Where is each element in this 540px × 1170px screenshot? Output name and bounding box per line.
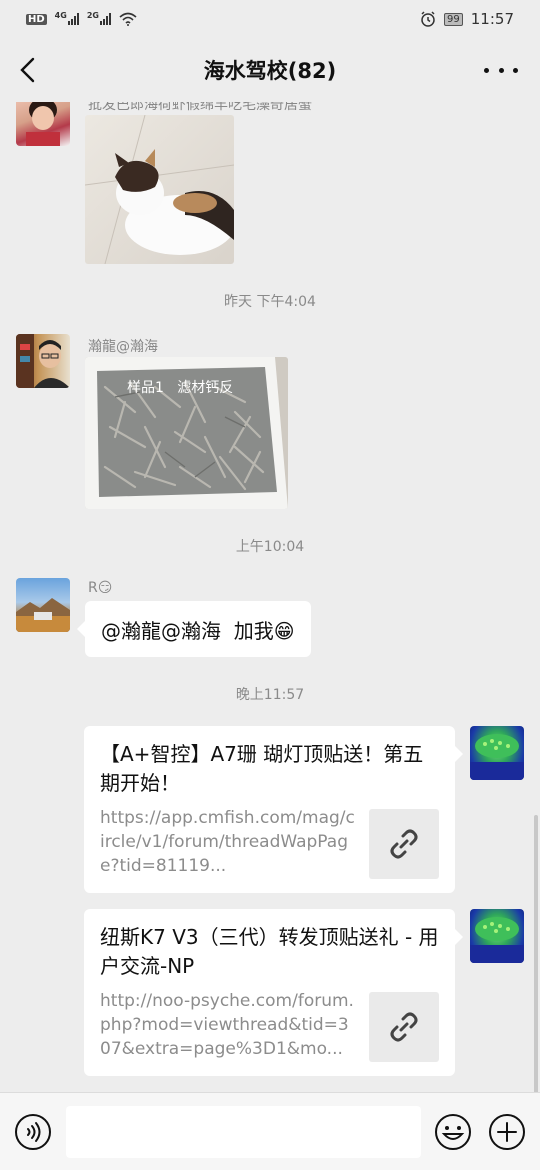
more-dots-icon[interactable] [484,56,518,84]
scrollbar[interactable] [534,815,538,1095]
timestamp: 上午10:04 [235,539,305,555]
message-input[interactable] [66,1106,421,1158]
signal-2g-icon: 2G [87,11,111,25]
message-bubble[interactable]: @瀚龍@瀚海 加我😁 [77,601,311,657]
battery-icon: 99 [444,12,463,26]
wifi-icon [119,12,137,26]
chevron-left-icon[interactable] [14,56,42,84]
card-title: 【A+智控】A7珊 瑚灯顶贴送！第五期开始！ [100,742,424,795]
link-icon [390,829,418,859]
avatar[interactable] [16,578,70,632]
link-thumbnail [369,992,439,1062]
hd-label: HD [26,13,47,25]
link-icon [390,1012,418,1042]
title-bar: 海水驾校(82) [0,38,540,102]
signal-4g-icon: 4G [55,11,79,25]
link-thumbnail [369,809,439,879]
message-caption: 批发巴郎海荷虾假绵羊吃毛藻奇居蟹 [88,102,312,113]
image-caption: 样品1 滤材钙反 [127,380,234,396]
emoji-icon[interactable] [434,1113,472,1151]
alarm-icon [421,11,435,27]
input-bar [0,1092,540,1170]
plus-icon[interactable] [488,1113,526,1151]
cat-photo[interactable] [85,115,234,264]
card-url: http://noo-psyche.com/forum.php?mod=view… [100,991,354,1059]
status-left: HD 4G 2G [26,11,137,26]
filter-media-photo[interactable]: 样品1 滤材钙反 [85,357,288,509]
chat-title: 海水驾校(82) [203,59,337,83]
voice-icon[interactable] [14,1113,52,1151]
status-right: 99 11:57 [420,10,514,28]
status-bar: HD 4G 2G 99 11:57 [0,0,540,38]
avatar[interactable] [16,102,70,146]
self-avatar[interactable] [470,909,524,963]
sender-name: 瀚龍@瀚海 [88,339,158,355]
status-time: 11:57 [470,10,514,28]
timestamp: 昨天 下午4:04 [224,294,316,310]
link-card[interactable]: 【A+智控】A7珊 瑚灯顶贴送！第五期开始！ https://app.cmfis… [84,726,463,893]
link-card[interactable]: 纽斯K7 V3（三代）转发顶贴送礼 - 用户交流-NP http://noo-p… [84,909,463,1076]
card-title: 纽斯K7 V3（三代）转发顶贴送礼 - 用户交流-NP [100,925,439,978]
chat-area[interactable]: 批发巴郎海荷虾假绵羊吃毛藻奇居蟹 昨天 下午4:04 瀚龍@瀚海 样品1 滤材钙… [0,102,540,1092]
sender-name: R😏 [88,580,113,596]
timestamp: 晚上11:57 [235,687,305,703]
self-avatar[interactable] [470,726,524,780]
card-url: https://app.cmfish.com/mag/circle/v1/for… [100,808,355,876]
avatar[interactable] [16,334,70,388]
